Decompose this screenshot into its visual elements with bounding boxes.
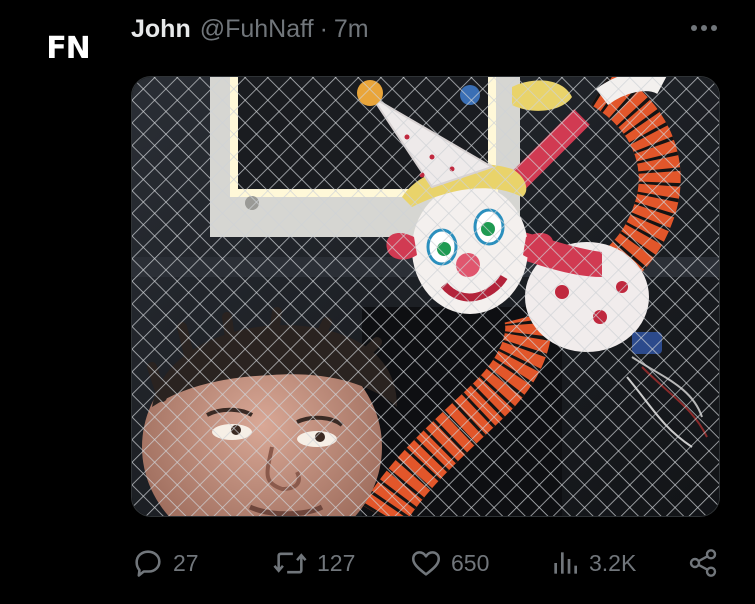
repost-count: 127 (317, 549, 356, 576)
avatar-initials: FN (46, 30, 91, 66)
tweet-photo[interactable] (131, 76, 720, 517)
views-button[interactable]: 3.2K (549, 538, 636, 588)
view-count: 3.2K (589, 549, 637, 576)
ellipsis-icon (691, 25, 717, 31)
bar-chart-icon (554, 552, 577, 574)
user-handle[interactable]: @FuhNaff (200, 15, 314, 44)
display-name[interactable]: John (131, 15, 191, 44)
reply-count: 27 (173, 549, 199, 576)
tweet-header: John @FuhNaff · 7m (131, 12, 369, 46)
heart-icon (411, 551, 441, 576)
repost-button[interactable]: 127 (271, 538, 355, 588)
timestamp[interactable]: 7m (334, 15, 369, 44)
tweet-actions: 27 127 650 3.2K (131, 538, 725, 588)
like-count: 650 (451, 549, 490, 576)
share-button[interactable] (687, 538, 719, 588)
reply-button[interactable]: 27 (131, 538, 199, 588)
share-nodes-icon (689, 549, 717, 577)
avatar[interactable]: FN (18, 10, 118, 86)
separator-dot: · (319, 14, 328, 43)
repost-arrows-icon (273, 552, 307, 574)
speech-bubble-icon (135, 550, 161, 577)
like-button[interactable]: 650 (409, 538, 489, 588)
photo-illustration (132, 77, 719, 516)
more-options-button[interactable] (684, 16, 724, 40)
